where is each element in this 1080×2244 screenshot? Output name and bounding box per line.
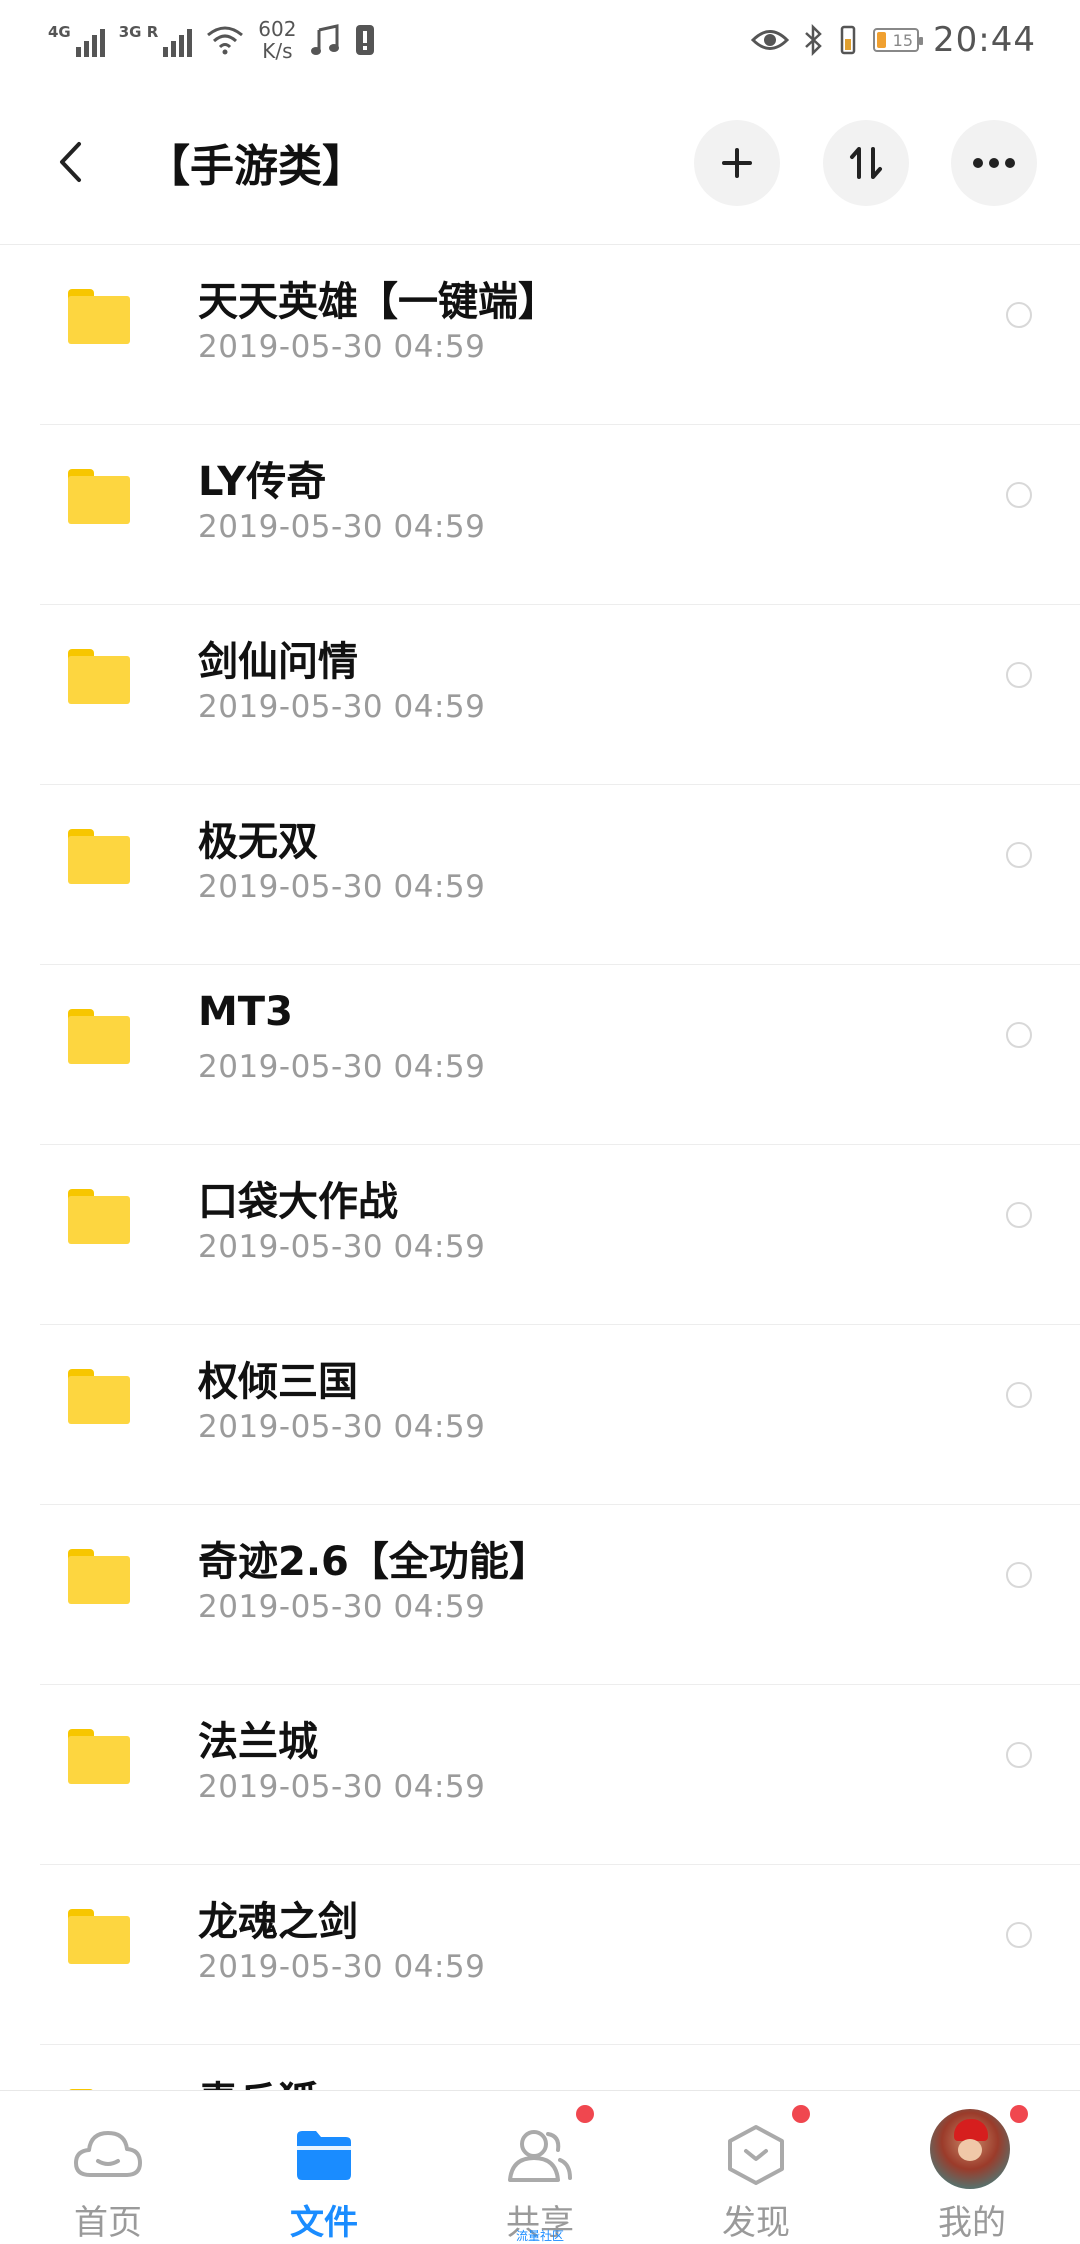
file-name: MT3 (198, 989, 293, 1035)
folder-icon (68, 1189, 130, 1245)
music-note-icon (311, 24, 340, 55)
list-item[interactable]: 天天英雄【一键端】 2019-05-30 04:59 (40, 245, 1080, 425)
file-name: 法兰城 (198, 1719, 318, 1765)
file-date: 2019-05-30 04:59 (198, 329, 486, 365)
file-date: 2019-05-30 04:59 (198, 509, 486, 545)
tab-me[interactable]: 我的 (864, 2091, 1080, 2243)
file-date: 2019-05-30 04:59 (198, 1409, 486, 1445)
select-radio[interactable] (1006, 1562, 1032, 1588)
network-type: 4G (48, 23, 71, 41)
file-name: 权倾三国 (198, 1359, 358, 1405)
tab-label: 发现 (722, 2203, 790, 2243)
bottom-tab-bar: 首页 文件 共享 流量社区 发现 我的 (0, 2090, 1080, 2243)
tab-share[interactable]: 共享 流量社区 (432, 2091, 648, 2243)
tab-label: 文件 (290, 2203, 358, 2243)
file-name: 青丘狐 (198, 2069, 318, 2090)
folder-icon (68, 1369, 130, 1425)
folder-icon (68, 829, 130, 885)
speed-value: 602 (258, 17, 297, 41)
list-item[interactable]: 权倾三国 2019-05-30 04:59 (40, 1325, 1080, 1505)
folder-icon (68, 1909, 130, 1965)
folder-icon (288, 2119, 360, 2191)
file-list: 天天英雄【一键端】 2019-05-30 04:59 LY传奇 2019-05-… (0, 245, 1080, 2090)
tab-home[interactable]: 首页 (0, 2091, 216, 2243)
list-item[interactable]: 奇迹2.6【全功能】 2019-05-30 04:59 (40, 1505, 1080, 1685)
file-date: 2019-05-30 04:59 (198, 1949, 486, 1985)
network-type-2: 3G R (118, 23, 159, 41)
more-dots-icon (973, 158, 1015, 168)
folder-icon (68, 1009, 130, 1065)
file-date: 2019-05-30 04:59 (198, 1769, 486, 1805)
folder-icon (68, 1729, 130, 1785)
folder-icon (68, 289, 130, 345)
tab-label: 首页 (74, 2203, 142, 2243)
list-item[interactable]: MT3 2019-05-30 04:59 (40, 965, 1080, 1145)
file-date: 2019-05-30 04:59 (198, 869, 486, 905)
select-radio[interactable] (1006, 482, 1032, 508)
list-item[interactable]: 剑仙问情 2019-05-30 04:59 (40, 605, 1080, 785)
vibrate-icon (840, 25, 856, 55)
list-item[interactable]: 龙魂之剑 2019-05-30 04:59 (40, 1865, 1080, 2045)
notification-dot (1010, 2105, 1028, 2123)
select-radio[interactable] (1006, 842, 1032, 868)
select-radio[interactable] (1006, 662, 1032, 688)
people-icon (504, 2119, 576, 2191)
add-button[interactable] (694, 120, 780, 206)
eye-icon (751, 30, 790, 50)
top-bar: 【手游类】 (0, 80, 1080, 245)
file-name: 奇迹2.6【全功能】 (198, 1539, 549, 1585)
file-name: 天天英雄【一键端】 (198, 279, 558, 325)
select-radio[interactable] (1006, 1382, 1032, 1408)
folder-icon (68, 469, 130, 525)
list-item[interactable]: LY传奇 2019-05-30 04:59 (40, 425, 1080, 605)
signal-3g-icon: 3G R (119, 23, 193, 57)
speed-unit: K/s (262, 39, 293, 63)
discover-icon (720, 2119, 792, 2191)
list-item[interactable]: 极无双 2019-05-30 04:59 (40, 785, 1080, 965)
select-radio[interactable] (1006, 1022, 1032, 1048)
folder-icon (68, 1549, 130, 1605)
network-speed: 602 K/s (258, 18, 296, 62)
chevron-left-icon (60, 142, 81, 182)
folder-icon (68, 649, 130, 705)
clock: 20:44 (933, 20, 1036, 60)
list-item[interactable]: 口袋大作战 2019-05-30 04:59 (40, 1145, 1080, 1325)
file-date: 2019-05-30 04:59 (198, 1049, 486, 1085)
list-item[interactable]: 青丘狐 (40, 2045, 1080, 2090)
file-name: 龙魂之剑 (198, 1899, 358, 1945)
select-radio[interactable] (1006, 1202, 1032, 1228)
select-radio[interactable] (1006, 1922, 1032, 1948)
sort-button[interactable] (823, 120, 909, 206)
tab-files[interactable]: 文件 (216, 2091, 432, 2243)
plus-icon (722, 148, 752, 178)
file-date: 2019-05-30 04:59 (198, 689, 486, 725)
select-radio[interactable] (1006, 302, 1032, 328)
avatar (930, 2109, 1010, 2189)
file-name: 剑仙问情 (198, 639, 358, 685)
notification-alert-icon (356, 25, 375, 55)
bluetooth-icon (805, 24, 822, 56)
file-name: 极无双 (198, 819, 318, 865)
sort-icon (850, 147, 882, 179)
tab-label: 我的 (938, 2203, 1006, 2243)
file-name: LY传奇 (198, 459, 327, 505)
file-date: 2019-05-30 04:59 (198, 1229, 486, 1265)
notification-dot (792, 2105, 810, 2123)
battery-icon: 15 (873, 28, 924, 52)
status-bar: 4G 3G R 602 K/s 15 20:44 (0, 0, 1080, 80)
notification-dot (576, 2105, 594, 2123)
signal-4g-icon: 4G (48, 23, 105, 57)
cloud-icon (72, 2119, 144, 2191)
battery-level: 15 (892, 30, 914, 50)
file-date: 2019-05-30 04:59 (198, 1589, 486, 1625)
file-name: 口袋大作战 (198, 1179, 398, 1225)
tab-discover[interactable]: 发现 (648, 2091, 864, 2243)
more-button[interactable] (951, 120, 1037, 206)
wifi-icon (207, 26, 244, 55)
page-title: 【手游类】 (146, 141, 366, 192)
list-item[interactable]: 法兰城 2019-05-30 04:59 (40, 1685, 1080, 1865)
tab-sublabel: 流量社区 (515, 2229, 564, 2243)
select-radio[interactable] (1006, 1742, 1032, 1768)
back-button[interactable] (50, 132, 90, 192)
